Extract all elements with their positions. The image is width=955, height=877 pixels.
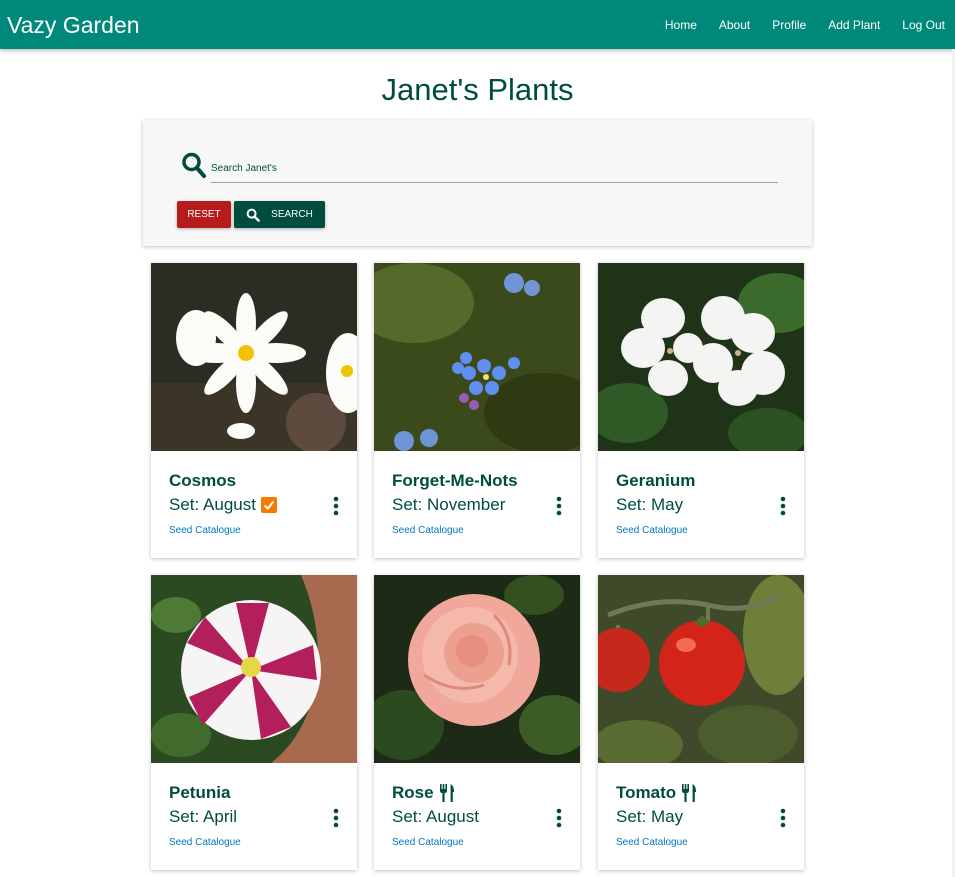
- plant-name-text: Geranium: [616, 471, 696, 490]
- plant-set-month: Set: November: [392, 494, 505, 516]
- plant-name: Rose: [392, 782, 455, 804]
- plant-card: Petunia Set: April Seed Catalogue: [151, 575, 357, 870]
- plant-name-text: Petunia: [169, 783, 231, 802]
- plant-set-text: Set: May: [616, 807, 684, 826]
- search-button-label: Search: [271, 209, 313, 220]
- plant-set-text: Set: November: [392, 495, 506, 514]
- plant-name-text: Forget-Me-Nots: [392, 471, 518, 490]
- checked-icon: [260, 497, 277, 513]
- more-vert-icon[interactable]: [554, 808, 564, 828]
- plant-set-month: Set: May: [616, 494, 683, 516]
- plant-name: Tomato: [616, 782, 697, 804]
- plant-card: Forget-Me-Nots Set: November Seed Catalo…: [374, 263, 580, 558]
- more-vert-icon[interactable]: [778, 808, 788, 828]
- more-vert-icon[interactable]: [554, 496, 564, 516]
- nav-link-about[interactable]: About: [719, 16, 750, 34]
- seed-catalogue-link[interactable]: Seed Catalogue: [169, 836, 241, 850]
- plant-name-text: Cosmos: [169, 471, 237, 490]
- more-vert-icon[interactable]: [331, 496, 341, 516]
- seed-catalogue-link[interactable]: Seed Catalogue: [616, 524, 688, 538]
- plant-name-text: Tomato: [616, 783, 677, 802]
- search-button[interactable]: Search: [234, 201, 325, 228]
- plant-image[interactable]: [374, 575, 580, 763]
- plant-card: Cosmos Set: August Seed Catalogue: [151, 263, 357, 558]
- nav-link-log-out[interactable]: Log Out: [902, 16, 945, 34]
- plant-image[interactable]: [374, 263, 580, 451]
- search-panel: Reset Search: [143, 120, 812, 246]
- plant-card: Tomato Set: May Seed Catalogue: [598, 575, 804, 870]
- plant-set-month: Set: April: [169, 806, 237, 828]
- seed-catalogue-link[interactable]: Seed Catalogue: [616, 836, 688, 850]
- search-button-icon: [246, 208, 260, 222]
- plant-image[interactable]: [598, 263, 804, 451]
- navbar: Vazy Garden Home About Profile Add Plant…: [0, 0, 955, 49]
- page-title: Janet's Plants: [381, 72, 574, 107]
- plant-set-text: Set: May: [616, 495, 684, 514]
- plant-name: Cosmos: [169, 470, 236, 492]
- plant-name: Petunia: [169, 782, 230, 804]
- seed-catalogue-link[interactable]: Seed Catalogue: [392, 836, 464, 850]
- seed-catalogue-link[interactable]: Seed Catalogue: [392, 524, 464, 538]
- more-vert-icon[interactable]: [778, 496, 788, 516]
- search-icon: [182, 152, 206, 178]
- plant-set-month: Set: August: [169, 494, 277, 516]
- more-vert-icon[interactable]: [331, 808, 341, 828]
- nav-link-profile[interactable]: Profile: [772, 16, 806, 34]
- plant-set-text: Set: April: [169, 807, 238, 826]
- plant-name: Forget-Me-Nots: [392, 470, 518, 492]
- utensils-icon: [439, 784, 454, 802]
- reset-button[interactable]: Reset: [177, 201, 231, 228]
- brand-logo[interactable]: Vazy Garden: [7, 11, 140, 39]
- plant-name-text: Rose: [392, 783, 434, 802]
- nav-link-add-plant[interactable]: Add Plant: [828, 16, 880, 34]
- utensils-icon: [682, 784, 697, 802]
- nav-link-home[interactable]: Home: [665, 16, 697, 34]
- plant-card: Geranium Set: May Seed Catalogue: [598, 263, 804, 558]
- plant-set-text: Set: August: [169, 495, 256, 514]
- plant-name: Geranium: [616, 470, 695, 492]
- plant-image[interactable]: [151, 263, 357, 451]
- plant-set-text: Set: August: [392, 807, 479, 826]
- search-input[interactable]: [211, 154, 778, 183]
- plant-image[interactable]: [598, 575, 804, 763]
- plant-image[interactable]: [151, 575, 357, 763]
- nav-links: Home About Profile Add Plant Log Out: [643, 16, 945, 34]
- plant-set-month: Set: August: [392, 806, 479, 828]
- plant-card: Rose Set: August Seed Catalogue: [374, 575, 580, 870]
- seed-catalogue-link[interactable]: Seed Catalogue: [169, 524, 241, 538]
- plant-set-month: Set: May: [616, 806, 683, 828]
